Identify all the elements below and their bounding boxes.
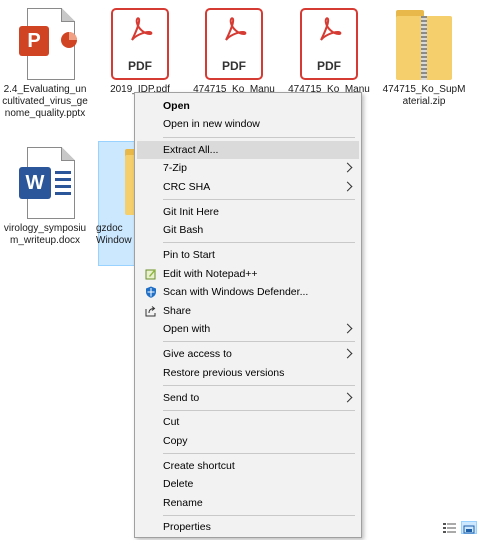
menu-separator [163, 242, 355, 243]
acrobat-icon [320, 17, 342, 41]
word-file-icon: W [15, 147, 75, 219]
menu-item-send-to[interactable]: Send to [137, 389, 359, 407]
menu-item-rename[interactable]: Rename [137, 494, 359, 512]
pdf-file-icon: PDF [300, 8, 358, 80]
menu-item-pin-start[interactable]: Pin to Start [137, 246, 359, 264]
menu-item-restore-versions[interactable]: Restore previous versions [137, 364, 359, 382]
file-pdf-3[interactable]: PDF 474715_Ko_Manu [286, 8, 372, 96]
menu-separator [163, 453, 355, 454]
share-icon [145, 306, 156, 317]
large-icons-view-icon [463, 525, 475, 534]
pdf-file-icon: PDF [205, 8, 263, 80]
details-view-button[interactable] [442, 521, 458, 534]
menu-separator [163, 410, 355, 411]
powerpoint-file-icon: P [15, 8, 77, 80]
context-menu: Open Open in new window Extract All... 7… [134, 92, 362, 538]
menu-item-extract-all[interactable]: Extract All... [137, 141, 359, 159]
acrobat-icon [131, 17, 153, 41]
details-view-icon [443, 523, 456, 533]
menu-item-delete[interactable]: Delete [137, 475, 359, 493]
menu-separator [163, 515, 355, 516]
file-pptx[interactable]: P 2.4_Evaluating_uncultivated_virus_geno… [2, 8, 88, 120]
menu-separator [163, 385, 355, 386]
chevron-right-icon [342, 348, 353, 359]
chevron-right-icon [342, 181, 353, 192]
menu-item-git-bash[interactable]: Git Bash [137, 221, 359, 239]
word-letter: W [19, 167, 51, 199]
zip-folder-icon [392, 8, 456, 80]
menu-item-open[interactable]: Open [137, 97, 359, 115]
menu-item-git-init[interactable]: Git Init Here [137, 203, 359, 221]
file-label: 2.4_Evaluating_uncultivated_virus_genome… [2, 84, 88, 119]
menu-separator [163, 341, 355, 342]
menu-item-copy[interactable]: Copy [137, 432, 359, 450]
menu-item-open-with[interactable]: Open with [137, 320, 359, 338]
file-label: 474715_Ko_SupMaterial.zip [382, 84, 466, 107]
menu-item-open-new-window[interactable]: Open in new window [137, 115, 359, 133]
pdf-file-icon: PDF [111, 8, 169, 80]
file-pdf-1[interactable]: PDF 2019_IDP.pdf [97, 8, 183, 96]
menu-item-properties[interactable]: Properties [137, 518, 359, 536]
menu-item-create-shortcut[interactable]: Create shortcut [137, 457, 359, 475]
ppt-letter: P [19, 26, 49, 56]
menu-item-edit-notepad[interactable]: Edit with Notepad++ [137, 265, 359, 283]
menu-separator [163, 137, 355, 138]
menu-item-share[interactable]: Share [137, 302, 359, 320]
chevron-right-icon [342, 392, 353, 403]
acrobat-icon [225, 17, 247, 41]
menu-separator [163, 199, 355, 200]
chevron-right-icon [342, 323, 353, 334]
large-icons-view-button[interactable] [461, 521, 477, 534]
menu-item-cut[interactable]: Cut [137, 413, 359, 431]
pdf-badge: PDF [222, 59, 246, 73]
pdf-badge: PDF [317, 59, 341, 73]
menu-item-give-access[interactable]: Give access to [137, 345, 359, 363]
pdf-badge: PDF [128, 59, 152, 73]
file-zip[interactable]: 474715_Ko_SupMaterial.zip [381, 8, 467, 108]
file-pdf-2[interactable]: PDF 474715_Ko_Manu [191, 8, 277, 96]
menu-item-crc-sha[interactable]: CRC SHA [137, 178, 359, 196]
chevron-right-icon [342, 162, 353, 173]
notepad-plus-plus-icon [145, 269, 156, 280]
windows-defender-icon [146, 286, 156, 298]
menu-item-7zip[interactable]: 7-Zip [137, 159, 359, 177]
menu-item-scan-defender[interactable]: Scan with Windows Defender... [137, 283, 359, 301]
